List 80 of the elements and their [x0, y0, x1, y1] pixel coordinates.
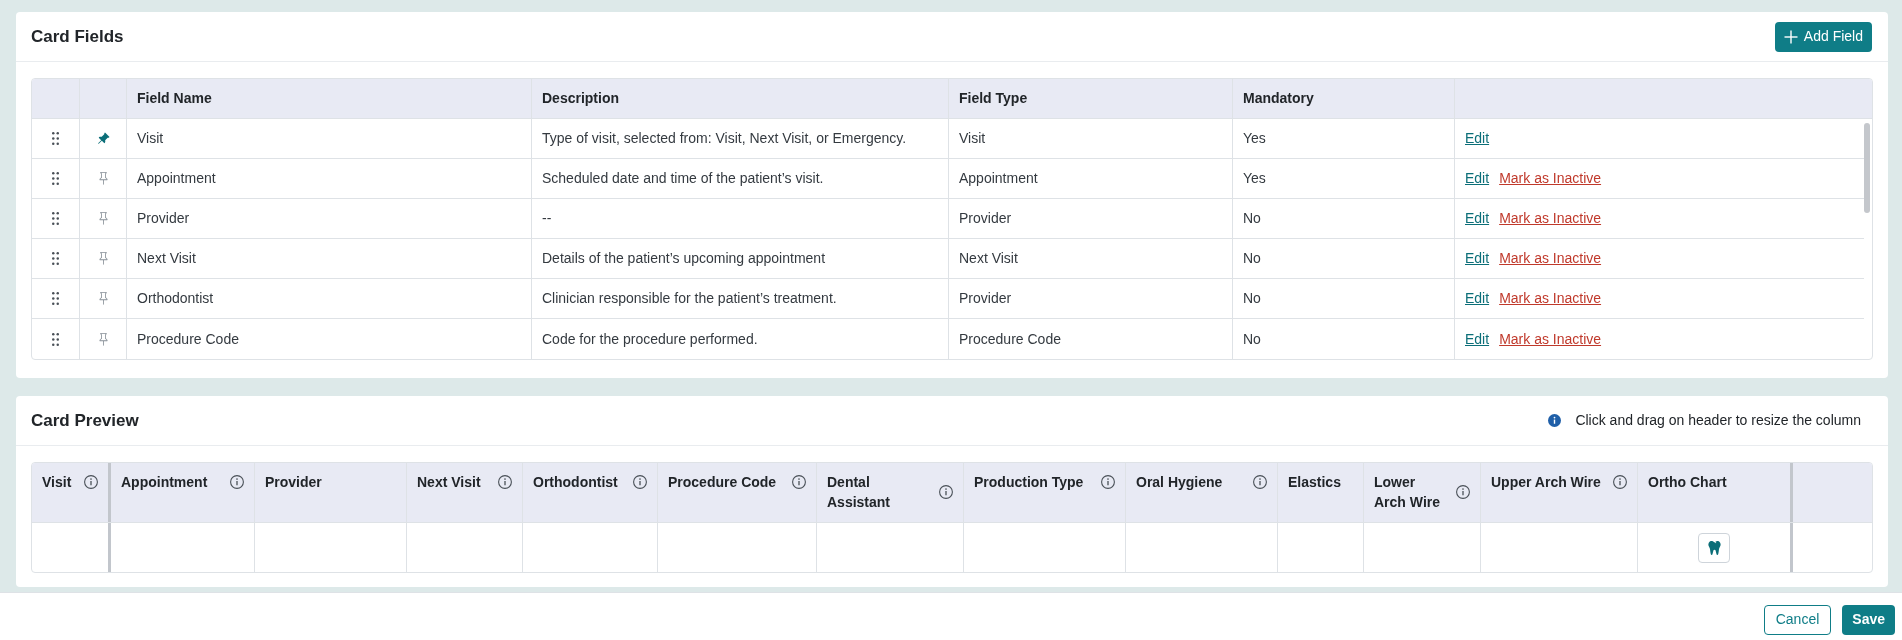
table-cell-text: Procedure Code	[959, 329, 1061, 349]
table-cell-text: No	[1243, 329, 1261, 349]
card-title: Card Preview	[31, 409, 139, 432]
info-icon[interactable]	[84, 475, 98, 489]
pin-icon[interactable]	[96, 292, 110, 305]
edit-link[interactable]: Edit	[1465, 128, 1490, 149]
table-cell-text: Clinician responsible for the patient’s treatment.	[542, 289, 837, 308]
table-cell-text: Orthodontist	[137, 289, 214, 308]
table-cell-text: Scheduled date and time of the patient’s visit.	[542, 169, 824, 188]
tooth-icon	[1707, 540, 1721, 555]
table-cell-text: No	[1243, 289, 1261, 308]
table-cell-text: Procedure Code	[137, 329, 239, 349]
table-cell-text: Code for the procedure performed.	[542, 329, 758, 349]
drag-handle-icon[interactable]	[52, 132, 59, 145]
info-icon[interactable]	[939, 485, 953, 499]
scrollbar-thumb[interactable]	[1864, 123, 1870, 213]
table-cell-text: Visit	[959, 129, 986, 148]
info-icon[interactable]	[498, 475, 512, 489]
column-header[interactable]: Procedure Code	[668, 472, 777, 492]
column-header[interactable]: Provider	[265, 472, 322, 492]
drag-handle-icon[interactable]	[52, 292, 59, 305]
table-cell-text: Yes	[1243, 129, 1266, 148]
column-header: Description	[542, 89, 619, 108]
info-icon[interactable]	[792, 475, 806, 489]
info-icon[interactable]	[1253, 475, 1267, 489]
ortho-chart-button[interactable]	[1698, 532, 1730, 563]
edit-link[interactable]: Edit	[1465, 248, 1490, 269]
add-field-button[interactable]: Add Field	[1774, 21, 1872, 52]
table-cell-text: Provider	[959, 209, 1012, 228]
column-header[interactable]: Elastics	[1288, 472, 1341, 492]
column-header[interactable]: Appointment	[121, 472, 208, 492]
column-header[interactable]: Visit	[42, 472, 72, 492]
table-cell-text: Provider	[959, 289, 1012, 308]
column-header[interactable]: Production Type	[974, 472, 1084, 492]
column-header[interactable]: Lower Arch Wire	[1374, 472, 1448, 512]
column-header[interactable]: Dental Assistant	[827, 472, 931, 512]
info-icon[interactable]	[633, 475, 647, 489]
table-cell-text: Visit	[137, 129, 164, 148]
cancel-button[interactable]: Cancel	[1763, 604, 1832, 635]
drag-handle-icon[interactable]	[52, 172, 59, 185]
table-cell-text: Appointment	[137, 169, 216, 188]
info-icon	[1548, 414, 1562, 427]
table-cell-text: --	[542, 209, 552, 228]
drag-handle-icon[interactable]	[52, 332, 59, 346]
edit-link[interactable]: Edit	[1465, 288, 1490, 309]
pin-icon[interactable]	[96, 332, 110, 346]
column-header[interactable]: Next Visit	[417, 472, 481, 492]
table-cell-text: Details of the patient’s upcoming appointment	[542, 249, 826, 268]
pin-icon[interactable]	[96, 132, 110, 145]
table-cell-text: Yes	[1243, 169, 1266, 188]
pin-icon[interactable]	[96, 172, 110, 185]
drag-handle-icon[interactable]	[52, 252, 59, 265]
column-header: Field Type	[959, 89, 1028, 108]
edit-link[interactable]: Edit	[1465, 328, 1490, 350]
table-cell-text: Next Visit	[137, 249, 196, 268]
hint-text: Click and drag on header to resize the column	[1575, 411, 1861, 430]
edit-link[interactable]: Edit	[1465, 168, 1490, 189]
table-cell-text: No	[1243, 209, 1261, 228]
column-header[interactable]: Oral Hygiene	[1136, 472, 1223, 492]
info-icon[interactable]	[1456, 485, 1470, 499]
column-header[interactable]: Ortho Chart	[1648, 472, 1727, 492]
column-header: Mandatory	[1243, 89, 1314, 108]
table-cell-text: Next Visit	[959, 249, 1018, 268]
pin-icon[interactable]	[96, 252, 110, 265]
info-icon[interactable]	[1613, 475, 1627, 489]
table-cell-text: Provider	[137, 209, 190, 228]
table-cell-text: Type of visit, selected from: Visit, Next Visit, or Emergency.	[542, 129, 907, 148]
card-title: Card Fields	[31, 25, 124, 48]
table-cell-text: Appointment	[959, 169, 1038, 188]
drag-handle-icon[interactable]	[52, 212, 59, 225]
table-cell-text: No	[1243, 249, 1261, 268]
column-header[interactable]: Orthodontist	[533, 472, 618, 492]
save-button[interactable]: Save	[1842, 604, 1895, 635]
pin-icon[interactable]	[96, 212, 110, 225]
edit-link[interactable]: Edit	[1465, 208, 1490, 229]
plus-icon	[1783, 29, 1798, 44]
column-header: Field Name	[137, 89, 212, 108]
info-icon[interactable]	[1101, 475, 1115, 489]
info-icon[interactable]	[230, 475, 244, 489]
column-header[interactable]: Upper Arch Wire	[1491, 472, 1601, 492]
